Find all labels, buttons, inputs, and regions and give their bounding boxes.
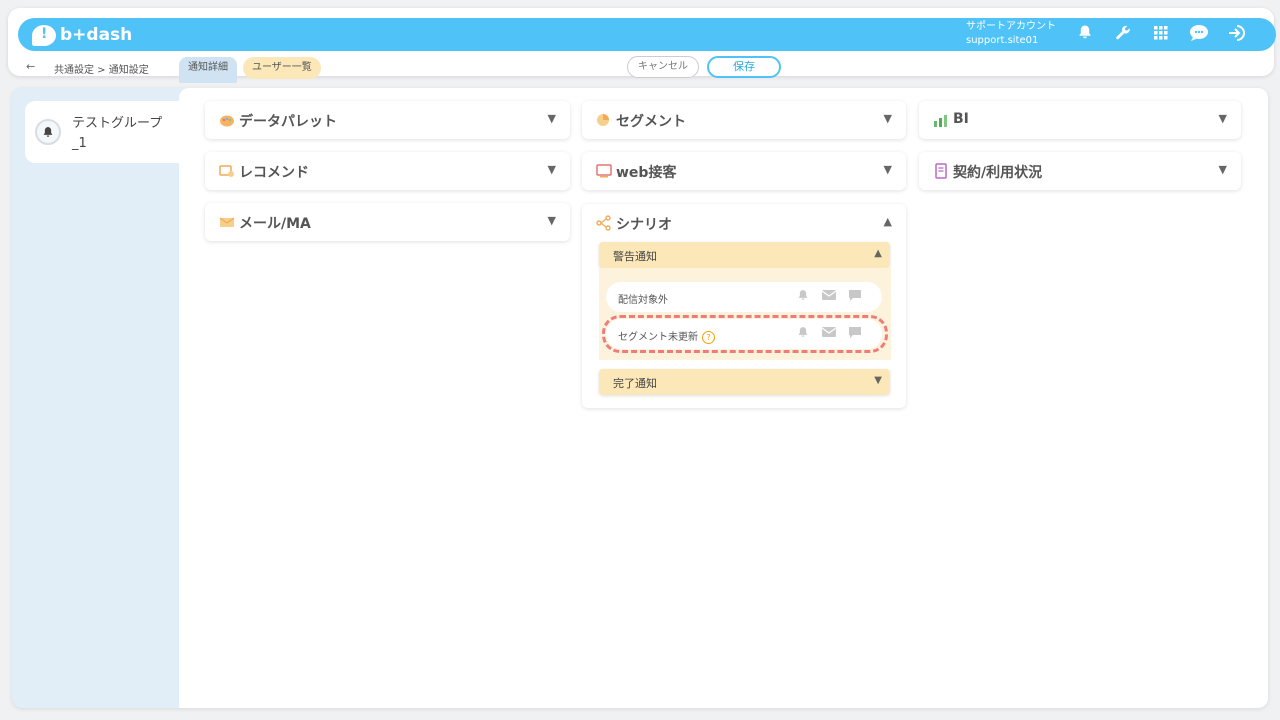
- warning-notification-header[interactable]: 警告通知 ▲: [599, 242, 890, 268]
- mail-icon[interactable]: [821, 289, 837, 305]
- tab-user-list[interactable]: ユーザー一覧: [243, 57, 321, 79]
- chat-icon[interactable]: [1188, 24, 1210, 46]
- category-mail[interactable]: メール/MA ▼: [205, 203, 570, 241]
- chevron-down-icon: ▼: [883, 163, 892, 176]
- account-info[interactable]: サポートアカウント support.site01: [966, 20, 1056, 48]
- category-label: データパレット: [239, 114, 337, 130]
- save-button[interactable]: 保存: [707, 56, 781, 78]
- palette-icon: [219, 112, 235, 128]
- bell-icon: [35, 119, 61, 145]
- category-label: BI: [953, 111, 969, 127]
- group-label: テストグループ_1: [72, 116, 163, 151]
- segment-icon: [596, 112, 612, 128]
- account-name: サポートアカウント: [966, 21, 1056, 32]
- chevron-up-icon: ▲: [883, 215, 892, 228]
- category-datapalette[interactable]: データパレット ▼: [205, 101, 570, 139]
- category-label: シナリオ: [616, 217, 672, 233]
- cancel-button[interactable]: キャンセル: [627, 56, 699, 78]
- list-item: 配信対象外: [606, 282, 882, 312]
- account-site: support.site01: [966, 35, 1039, 46]
- bell-icon[interactable]: [795, 289, 811, 305]
- category-segment[interactable]: セグメント ▼: [582, 101, 906, 139]
- category-label: web接客: [616, 165, 677, 181]
- grid-icon[interactable]: [1150, 24, 1172, 46]
- chevron-down-icon: ▼: [547, 163, 556, 176]
- back-arrow-icon[interactable]: ←: [26, 60, 35, 73]
- warning-label: 警告通知: [613, 250, 657, 263]
- header-card: b+dash サポートアカウント support.site01 ← 共通設定 >…: [8, 8, 1276, 83]
- category-webservice[interactable]: web接客 ▼: [582, 152, 906, 190]
- chevron-down-icon: ▼: [547, 214, 556, 227]
- category-label: レコメンド: [239, 165, 309, 181]
- logo[interactable]: b+dash: [32, 23, 132, 47]
- recommend-icon: [219, 163, 235, 179]
- complete-label: 完了通知: [613, 377, 657, 390]
- wrench-icon[interactable]: [1112, 24, 1134, 46]
- chevron-down-icon: ▼: [1218, 163, 1227, 176]
- chevron-down-icon: ▼: [874, 375, 882, 386]
- category-contract[interactable]: 契約/利用状況 ▼: [919, 152, 1241, 190]
- top-bar: b+dash サポートアカウント support.site01: [18, 18, 1276, 51]
- logout-icon[interactable]: [1226, 24, 1248, 46]
- tab-notification-detail[interactable]: 通知詳細: [179, 57, 237, 83]
- category-recommend[interactable]: レコメンド ▼: [205, 152, 570, 190]
- logo-icon: [32, 24, 56, 46]
- logo-text: b+dash: [60, 25, 133, 45]
- sidebar-group-item[interactable]: テストグループ_1: [25, 101, 185, 163]
- chevron-down-icon: ▼: [547, 112, 556, 125]
- complete-notification-header[interactable]: 完了通知 ▼: [599, 369, 890, 395]
- chat-icon[interactable]: [847, 289, 863, 305]
- mail-icon: [219, 214, 235, 230]
- scenario-icon: [596, 215, 612, 231]
- category-bi[interactable]: BI ▼: [919, 101, 1241, 139]
- row-label: 配信対象外: [618, 295, 668, 306]
- contract-icon: [933, 163, 949, 179]
- category-label: メール/MA: [239, 216, 311, 232]
- chevron-up-icon: ▲: [874, 248, 882, 259]
- category-label: 契約/利用状況: [953, 165, 1043, 181]
- sub-bar: ← 共通設定 > 通知設定 通知詳細 ユーザー一覧 キャンセル 保存: [8, 54, 1274, 84]
- chevron-down-icon: ▼: [1218, 112, 1227, 125]
- chevron-down-icon: ▼: [883, 112, 892, 125]
- bi-chart-icon: [933, 112, 949, 128]
- breadcrumb: 共通設定 > 通知設定: [54, 65, 149, 76]
- bell-icon[interactable]: [1074, 24, 1096, 46]
- category-label: セグメント: [616, 114, 686, 130]
- web-icon: [596, 163, 612, 179]
- highlight-outline: [602, 315, 888, 353]
